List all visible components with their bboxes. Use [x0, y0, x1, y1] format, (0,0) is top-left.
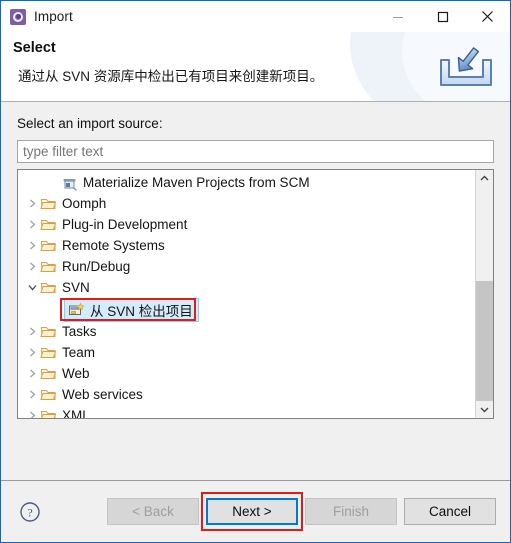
tree-item-label: Run/Debug [62, 259, 131, 274]
folder-icon [40, 387, 57, 403]
chevron-down-icon[interactable] [25, 277, 40, 298]
minimize-icon [392, 16, 403, 18]
page-description: 通过从 SVN 资源库中检出已有项目来创建新项目。 [18, 69, 324, 84]
chevron-right-icon[interactable] [25, 193, 40, 214]
import-dialog: Import Select 通过从 SVN 资源库中检出已有项目来创建新项目。 … [0, 0, 511, 543]
window-title: Import [34, 9, 73, 24]
folder-icon [40, 345, 57, 361]
folder-icon [40, 196, 57, 212]
folder-icon [40, 238, 57, 254]
close-button[interactable] [465, 1, 510, 32]
folder-icon [40, 366, 57, 382]
window-controls [375, 1, 510, 32]
chevron-up-icon [480, 175, 489, 181]
chevron-right-icon[interactable] [25, 321, 40, 342]
tree-item-materialize-maven[interactable]: Materialize Maven Projects from SCM [18, 172, 475, 193]
next-button[interactable]: Next > [206, 498, 298, 525]
close-icon [482, 11, 493, 22]
tree-item-label: Team [62, 345, 96, 360]
tree-item-label: SVN [62, 280, 90, 295]
tree-item-oomph[interactable]: Oomph [18, 193, 475, 214]
folder-icon [40, 217, 57, 233]
tree-item-label: Plug-in Development [62, 217, 188, 232]
eclipse-import-icon [10, 8, 26, 25]
tree-item-selection: 从 SVN 检出项目 [64, 297, 199, 322]
chevron-right-icon[interactable] [25, 405, 40, 418]
tree-item-label: XML [62, 408, 90, 418]
scrollbar-track[interactable] [476, 187, 493, 401]
folder-icon [40, 408, 57, 418]
tree-item-label: Tasks [62, 324, 97, 339]
tree-item-label: Oomph [62, 196, 107, 211]
tree-item-label: Remote Systems [62, 238, 165, 253]
tree-item-label: Web [62, 366, 90, 381]
tree-item-run-debug[interactable]: Run/Debug [18, 256, 475, 277]
finish-button[interactable]: Finish [305, 498, 397, 525]
tree-item-plugin-development[interactable]: Plug-in Development [18, 214, 475, 235]
chevron-right-icon[interactable] [25, 384, 40, 405]
filter-input[interactable]: type filter text [17, 140, 494, 163]
tree-item-remote-systems[interactable]: Remote Systems [18, 235, 475, 256]
help-circle-icon[interactable]: ? [19, 501, 41, 523]
tree-item-tasks[interactable]: Tasks [18, 321, 475, 342]
dialog-footer: ? < Back Next > Finish Cancel [1, 480, 510, 542]
cancel-button[interactable]: Cancel [404, 498, 496, 525]
svn-checkout-icon [68, 302, 85, 318]
filter-placeholder: type filter text [23, 144, 104, 159]
maven-scm-icon [61, 175, 78, 191]
tree-item-team[interactable]: Team [18, 342, 475, 363]
chevron-right-icon[interactable] [25, 256, 40, 277]
next-button-wrapper: Next > [201, 492, 303, 531]
chevron-down-icon [480, 407, 489, 413]
tree-item-xml[interactable]: XML [18, 405, 475, 418]
import-source-tree[interactable]: Materialize Maven Projects from SCM Oomp… [17, 169, 494, 419]
folder-icon [40, 280, 57, 296]
tree-item-label: 从 SVN 检出项目 [90, 303, 193, 319]
back-button[interactable]: < Back [107, 498, 199, 525]
import-tray-icon [440, 47, 492, 86]
chevron-right-icon[interactable] [25, 363, 40, 384]
minimize-button[interactable] [375, 1, 420, 32]
tree-vertical-scrollbar[interactable] [475, 170, 493, 418]
footer-buttons: < Back Next > Finish Cancel [107, 492, 496, 531]
tree-item-svn[interactable]: SVN [18, 277, 475, 298]
wizard-header: Select 通过从 SVN 资源库中检出已有项目来创建新项目。 [1, 32, 510, 102]
tree-item-web-services[interactable]: Web services [18, 384, 475, 405]
maximize-button[interactable] [420, 1, 465, 32]
chevron-right-icon[interactable] [25, 235, 40, 256]
svg-text:?: ? [27, 505, 32, 519]
title-bar: Import [1, 1, 510, 32]
scroll-up-button[interactable] [476, 170, 493, 187]
tree-item-label: Web services [62, 387, 143, 402]
tree-item-web[interactable]: Web [18, 363, 475, 384]
chevron-right-icon[interactable] [25, 342, 40, 363]
source-label: Select an import source: [17, 116, 163, 131]
scroll-down-button[interactable] [476, 401, 493, 418]
chevron-right-icon[interactable] [25, 214, 40, 235]
maximize-icon [437, 11, 448, 22]
tree-item-svn-checkout[interactable]: 从 SVN 检出项目 [18, 297, 475, 322]
dialog-body: Select an import source: type filter tex… [1, 102, 510, 480]
tree-item-label: Materialize Maven Projects from SCM [83, 175, 310, 190]
page-title: Select [13, 40, 56, 56]
folder-icon [40, 324, 57, 340]
scrollbar-thumb[interactable] [476, 281, 493, 401]
tree-items: Materialize Maven Projects from SCM Oomp… [18, 170, 475, 418]
folder-icon [40, 259, 57, 275]
